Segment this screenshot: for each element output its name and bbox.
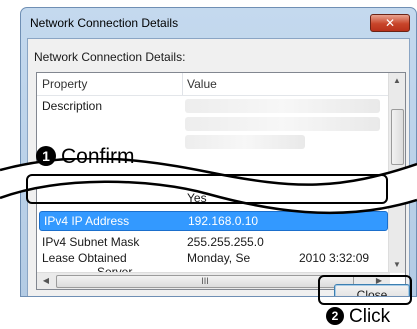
blurred-value [185,99,380,113]
window-title: Network Connection Details [30,16,179,30]
scroll-down-icon[interactable]: ▼ [389,257,405,273]
value-cell: 255.255.255.0 [187,235,264,249]
callout-text: Confirm [61,145,135,168]
step-badge: 1 [36,146,56,166]
callout-text: Click [349,306,391,327]
column-header-property[interactable]: Property [42,77,87,91]
property-cell: Description [42,99,103,113]
ip-address-highlight [26,174,388,204]
scroll-up-icon[interactable]: ▲ [389,73,405,89]
step-badge: 2 [326,307,344,325]
confirm-callout: 1 Confirm [36,145,135,169]
click-callout: 2 Click [326,306,390,328]
close-button-highlight [318,275,412,305]
column-divider[interactable] [182,73,183,95]
list-item[interactable]: Description [37,97,390,115]
close-icon[interactable]: ✕ [370,14,410,32]
title-bar: Network Connection Details ✕ [21,8,416,38]
list-header: Property Value [37,73,390,96]
horizontal-scroll-thumb[interactable]: III [56,275,354,288]
details-label: Network Connection Details: [34,50,186,64]
column-header-value[interactable]: Value [187,77,217,91]
blurred-value [185,117,380,131]
property-cell: IPv4 Subnet Mask [42,235,140,249]
blurred-value [185,135,305,149]
scroll-left-icon[interactable]: ◀ [38,273,54,289]
vertical-scroll-thumb[interactable] [391,109,404,165]
